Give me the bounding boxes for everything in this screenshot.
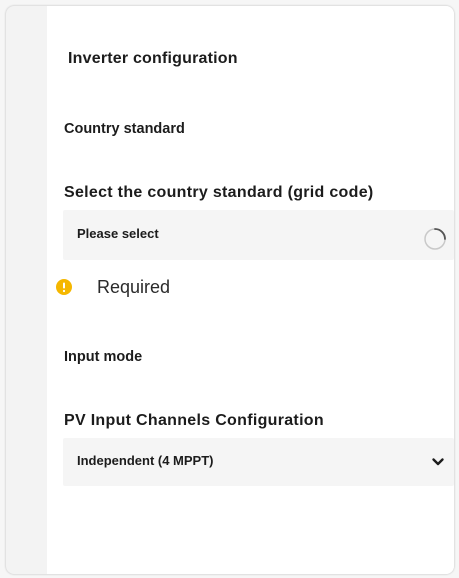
dialog-container: Inverter configuration Country standard … [6, 6, 454, 574]
country-standard-select[interactable]: Please select [63, 210, 454, 260]
pv-input-channels-label: PV Input Channels Configuration [64, 412, 324, 429]
country-standard-label: Select the country standard (grid code) [64, 184, 374, 201]
loading-spinner-icon [424, 228, 446, 250]
input-mode-heading: Input mode [64, 349, 143, 365]
warning-icon [56, 279, 72, 295]
pv-input-channels-select-value: Independent (4 MPPT) [77, 453, 214, 468]
pv-input-channels-select[interactable]: Independent (4 MPPT) [63, 438, 454, 486]
error-message: Required [97, 277, 171, 297]
chevron-down-icon [432, 458, 444, 466]
country-standard-heading: Country standard [64, 121, 185, 137]
configuration-panel: Inverter configuration Country standard … [47, 6, 454, 574]
page-title: Inverter configuration [68, 50, 238, 67]
country-standard-select-value: Please select [77, 226, 159, 241]
